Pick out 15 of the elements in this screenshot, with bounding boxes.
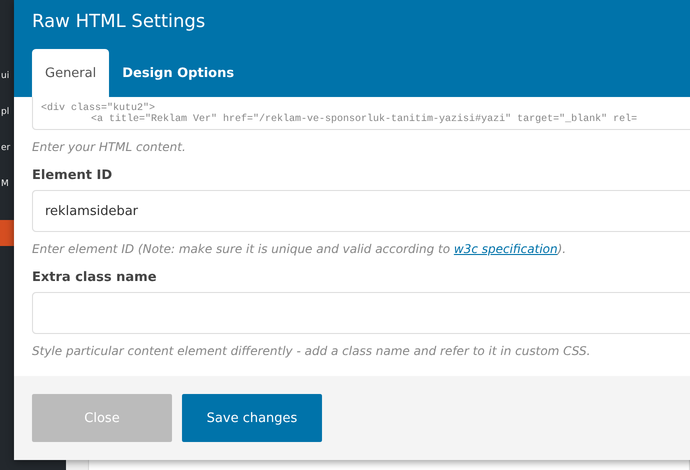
code-editor[interactable]: <div class="kutu2"> <a title="Reklam Ver" href="/reklam-ve-sponsorluk-tanitim-yazisi#yazi" target="_blank" rel= [32,97,690,130]
help-text: Enter element ID (Note: make sure it is unique and valid according to w3c specification). [32,242,568,256]
save-button[interactable]: Save changes [182,394,322,442]
code-line: <div class="kutu2"> [41,103,156,114]
input-field[interactable] [32,292,690,334]
dialog-title: Raw HTML Settings [32,10,206,32]
tab[interactable]: Design Options [109,49,248,97]
tab[interactable]: General [32,49,110,97]
help-text: Enter your HTML content. [32,140,187,154]
field-label: Extra class name [32,270,158,285]
help-text: Style particular content element differently - add a class name and refer to it in custom CSS. [32,344,592,358]
specification-link[interactable]: w3c specification [454,242,558,256]
input-field[interactable]: reklamsidebar [32,190,690,232]
code-line: <a title="Reklam Ver" href="/reklam-ve-sponsorluk-tanitim-yazisi#yazi" target="_blank" rel= [90,114,638,125]
field-label: Element ID [32,168,114,183]
